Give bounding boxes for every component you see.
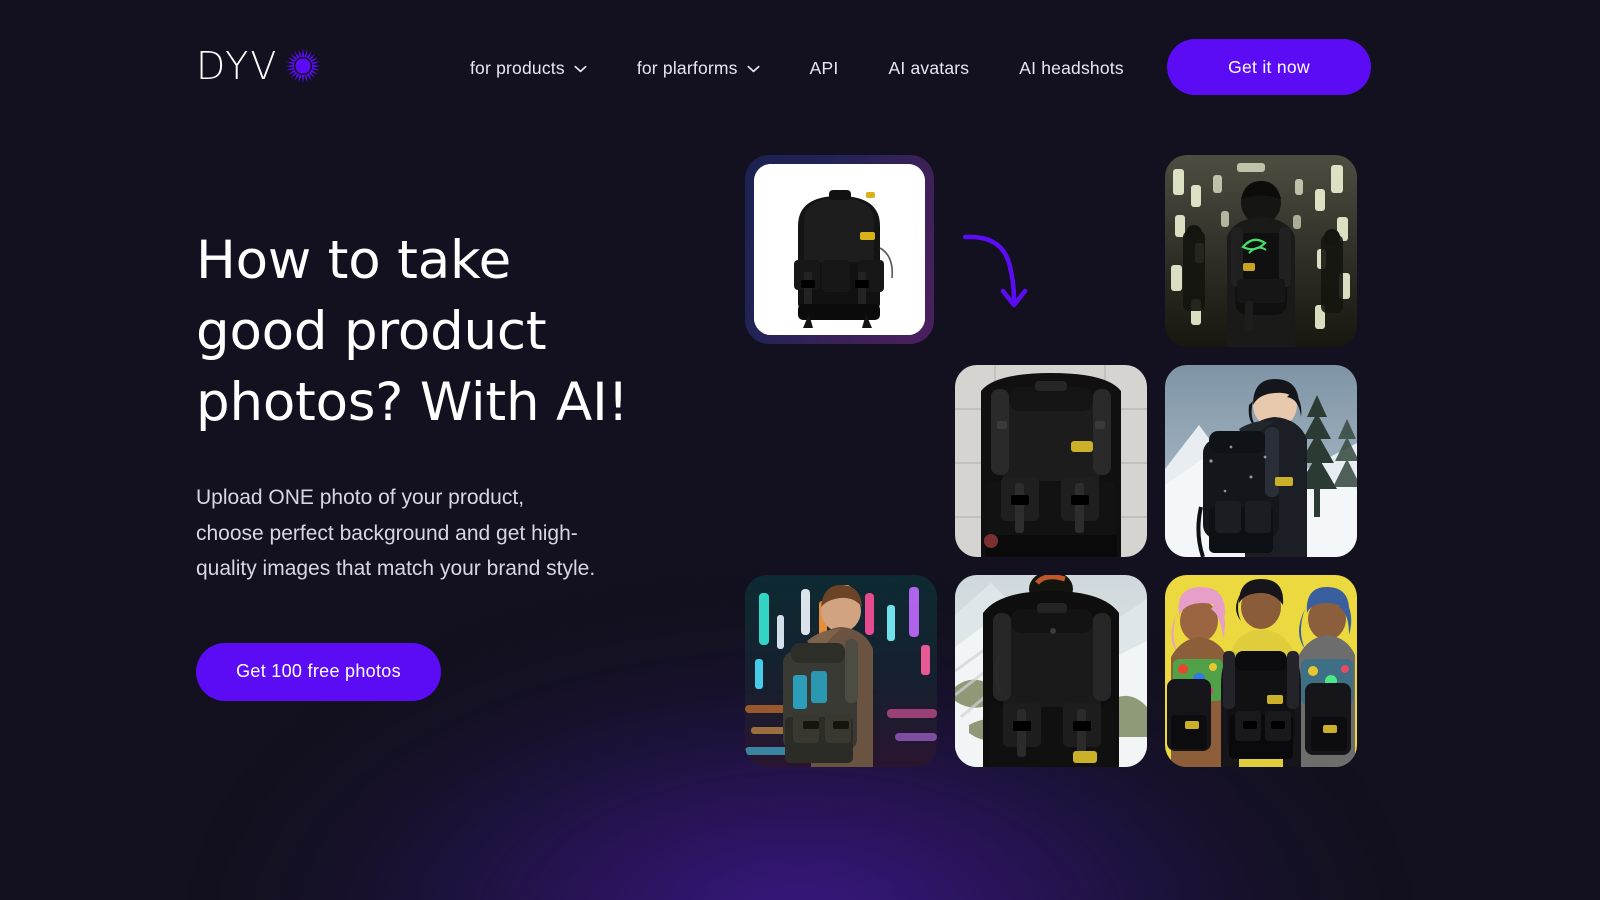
headline-line-2: good product [196,301,547,362]
gallery-tile-corridor[interactable] [1165,155,1357,347]
gallery-tile-cyberpunk[interactable] [745,575,937,767]
source-product-image [754,164,925,335]
source-product-card[interactable] [745,155,934,344]
nav-item-for-products[interactable]: for products [470,52,613,85]
gallery-tile-snow-photo[interactable] [955,575,1147,767]
image-gallery [745,155,1357,767]
curved-arrow-icon [963,225,1043,315]
nav-item-label: API [809,58,839,78]
chevron-down-icon [747,65,760,73]
get-free-photos-button[interactable]: Get 100 free photos [196,642,441,701]
nav-item-ai-headshots[interactable]: AI headshots [995,52,1150,85]
nav-item-for-platforms[interactable]: for plarforms [613,52,786,85]
nav-item-api[interactable]: API [786,52,865,85]
gallery-tile-anime-snow[interactable] [1165,365,1357,557]
gallery-tile-yellow-trio[interactable] [1165,575,1357,767]
headline-line-1: How to take [196,230,511,291]
site-header: DYV for products for plarforms API AI av… [0,0,1600,135]
main-navigation: for products for plarforms API AI avatar… [470,52,1150,85]
get-it-now-button[interactable]: Get it now [1167,39,1371,95]
starburst-icon [284,47,322,85]
brand-logo[interactable]: DYV [196,44,322,88]
brand-name: DYV [196,44,279,88]
nav-item-label: for products [470,58,565,78]
page-title: How to take good product photos? With AI… [196,225,636,438]
nav-item-label: for plarforms [636,58,738,78]
headline-line-3: photos? With AI! [196,372,629,433]
gallery-tile-grey-wall[interactable] [955,365,1147,557]
nav-item-label: AI headshots [1019,58,1124,78]
hero-copy: How to take good product photos? With AI… [196,225,636,701]
hero-subtext: Upload ONE photo of your product, choose… [196,486,596,580]
nav-item-label: AI avatars [888,58,970,78]
chevron-down-icon [574,65,587,73]
nav-item-ai-avatars[interactable]: AI avatars [864,52,995,85]
